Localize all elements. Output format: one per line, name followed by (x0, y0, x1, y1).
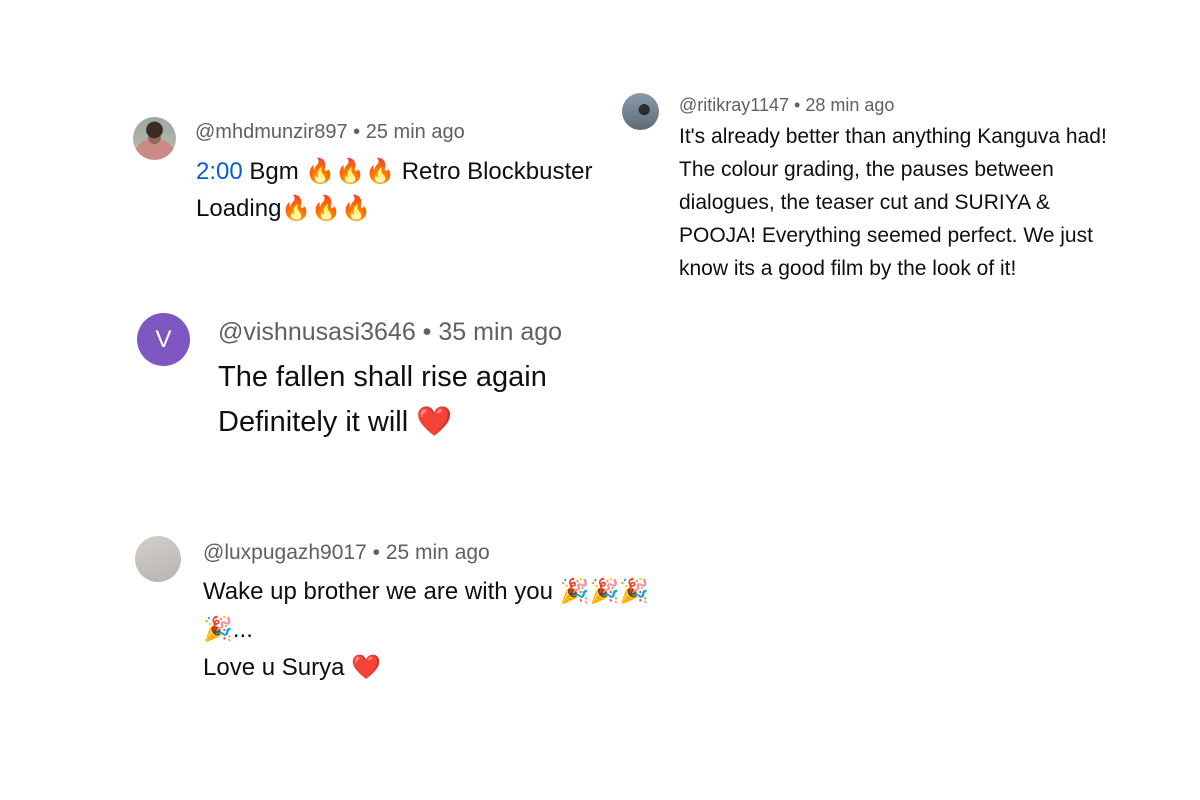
comment-handle[interactable]: @luxpugazh9017 (203, 541, 367, 564)
comment-time: 25 min ago (385, 541, 490, 564)
comment-time: 25 min ago (365, 121, 465, 143)
meta-separator: • (353, 121, 361, 143)
comment-line: Definitely it will ❤️ (218, 406, 453, 438)
comment-line: Love u Surya ❤️ (203, 654, 381, 681)
comment-handle[interactable]: @mhdmunzir897 (195, 121, 348, 143)
comment-line: It's already better than anything Kanguv… (679, 125, 1107, 148)
comment-meta: @vishnusasi3646 • 35 min ago (218, 318, 562, 347)
comment-handle[interactable]: @ritikray1147 (679, 95, 789, 115)
comment-text: 2:00 Bgm 🔥🔥🔥 Retro Blockbuster Loading🔥🔥… (196, 153, 592, 227)
comment-text: The fallen shall rise again Definitely i… (218, 355, 547, 445)
comment-handle[interactable]: @vishnusasi3646 (218, 318, 416, 346)
meta-separator: • (794, 95, 801, 115)
avatar-letter: V (155, 325, 172, 353)
avatar[interactable]: V (137, 313, 190, 366)
comment-line: know its a good film by the look of it! (679, 257, 1017, 280)
comment-line-text: Bgm 🔥🔥🔥 Retro Blockbuster (249, 158, 593, 185)
comment-meta: @mhdmunzir897 • 25 min ago (195, 121, 465, 144)
comment-text: Wake up brother we are with you 🎉🎉🎉 🎉...… (203, 573, 649, 687)
meta-separator: • (372, 541, 380, 564)
comment-line: The fallen shall rise again (218, 361, 547, 393)
comment-meta: @luxpugazh9017 • 25 min ago (203, 541, 490, 565)
meta-separator: • (422, 318, 432, 346)
comment-line: Loading🔥🔥🔥 (196, 195, 372, 222)
comment-text: It's already better than anything Kanguv… (679, 120, 1107, 285)
comment-meta: @ritikray1147 • 28 min ago (679, 95, 894, 116)
comment-time: 28 min ago (805, 95, 895, 115)
comment-line: The colour grading, the pauses between (679, 158, 1054, 181)
comment-line: POOJA! Everything seemed perfect. We jus… (679, 224, 1093, 247)
comment-line: 🎉... (203, 616, 253, 643)
comment-line: Wake up brother we are with you 🎉🎉🎉 (203, 578, 650, 605)
avatar[interactable] (133, 117, 176, 160)
timestamp-link[interactable]: 2:00 (196, 158, 243, 185)
avatar[interactable] (135, 536, 181, 582)
comment-time: 35 min ago (438, 318, 563, 346)
comment-line: 2:00 Bgm 🔥🔥🔥 Retro Blockbuster (196, 153, 592, 190)
avatar[interactable] (622, 93, 659, 130)
comment-line: dialogues, the teaser cut and SURIYA & (679, 191, 1050, 214)
